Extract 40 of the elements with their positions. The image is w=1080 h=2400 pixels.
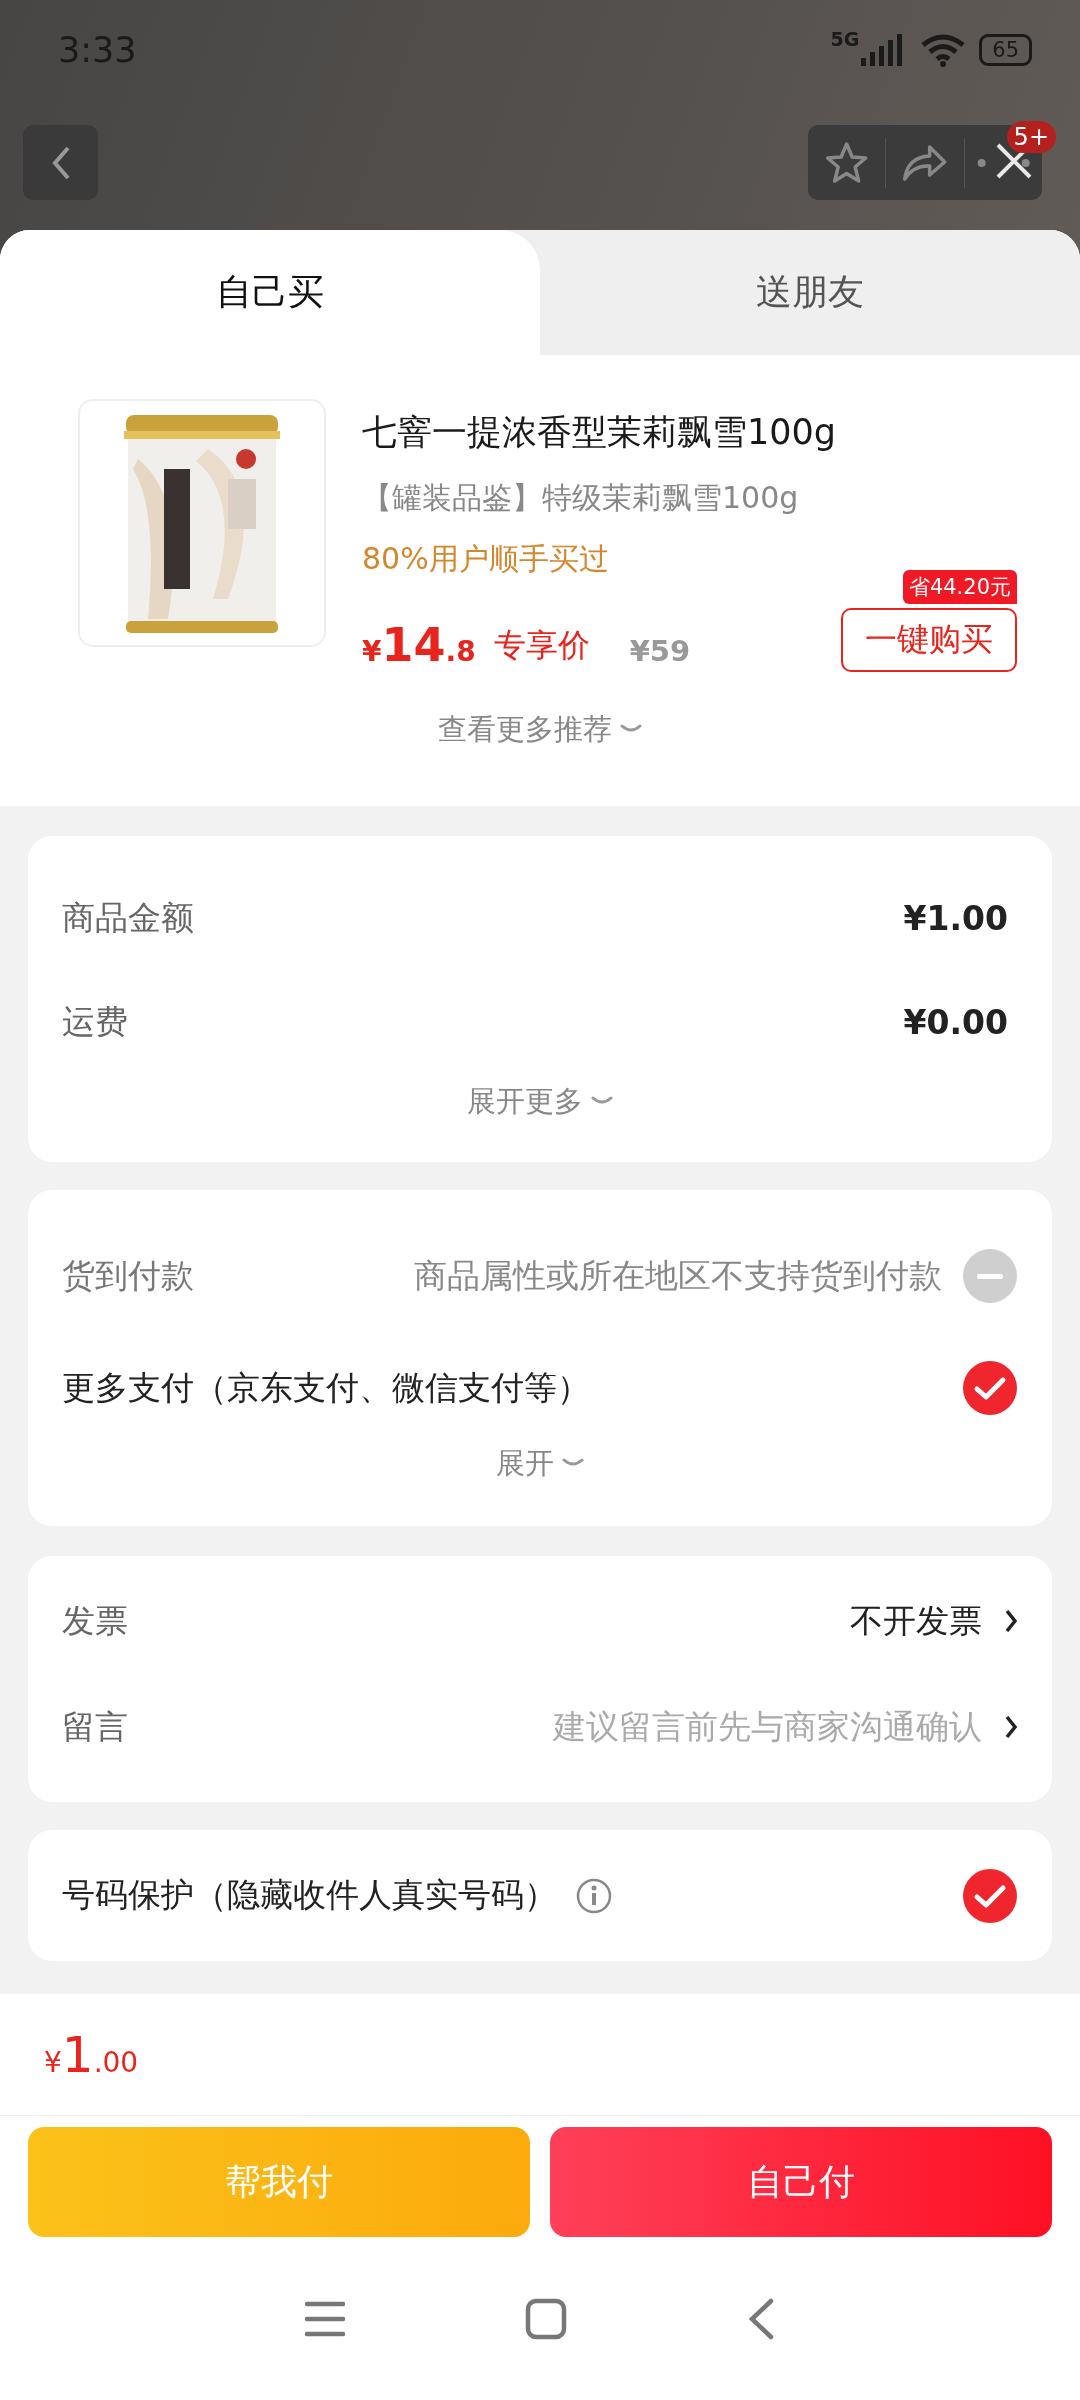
chevron-right-icon [1004, 1608, 1018, 1634]
checked-icon[interactable] [962, 1867, 1018, 1924]
back-icon[interactable] [747, 2297, 775, 2340]
expand-more-link[interactable]: 展开更多 [467, 1082, 613, 1122]
cost-label: 商品金额 [62, 896, 194, 939]
notification-badge: 5+ [1006, 121, 1056, 153]
price: ¥14.8 [362, 618, 476, 672]
purchase-stat: 80%用户顺手买过 [362, 540, 610, 578]
info-icon[interactable] [575, 1876, 613, 1915]
back-button[interactable] [23, 125, 98, 200]
number-protection-label: 号码保护（隐藏收件人真实号码） [62, 1874, 557, 1916]
network-type: 5G [830, 28, 860, 50]
menu-icon[interactable] [305, 2299, 345, 2338]
chevron-right-icon [1004, 1714, 1018, 1740]
buy-now-button[interactable]: 一键购买 [841, 608, 1017, 672]
pay-button[interactable]: 自己付 [550, 2127, 1052, 2237]
back-icon [50, 144, 71, 181]
cost-label: 运费 [62, 1000, 128, 1043]
signal-icon [859, 34, 904, 66]
more-recommendations-link[interactable]: 查看更多推荐 [438, 710, 642, 750]
row-label: 发票 [62, 1599, 128, 1642]
savings-badge: 省44.20元 [902, 570, 1017, 604]
checked-icon[interactable] [962, 1360, 1018, 1416]
tab[interactable]: 自己买 [0, 230, 540, 355]
row-value[interactable]: 不开发票 [850, 1598, 982, 1644]
battery-indicator: 65 [979, 34, 1032, 66]
home-icon[interactable] [525, 2297, 567, 2340]
wifi-icon [921, 33, 966, 67]
expand-link[interactable]: 展开 [496, 1444, 584, 1484]
total-price: ¥1.00 [44, 2025, 139, 2084]
product-subtitle: 【罐装品鉴】特级茉莉飘雪100g [362, 479, 800, 517]
row-label: 留言 [62, 1705, 128, 1748]
product-title: 七窨一提浓香型茉莉飘雪100g [362, 411, 838, 454]
original-price: ¥59 [629, 634, 691, 668]
message-hint[interactable]: 建议留言前先与商家沟通确认 [553, 1704, 982, 1750]
cost-value: ¥1.00 [903, 898, 1008, 938]
cost-value: ¥0.00 [903, 1002, 1008, 1042]
price-label: 专享价 [493, 625, 590, 666]
payment-note: 商品属性或所在地区不支持货到付款 [414, 1254, 942, 1297]
payment-option[interactable]: 更多支付（京东支付、微信支付等） [62, 1365, 590, 1411]
